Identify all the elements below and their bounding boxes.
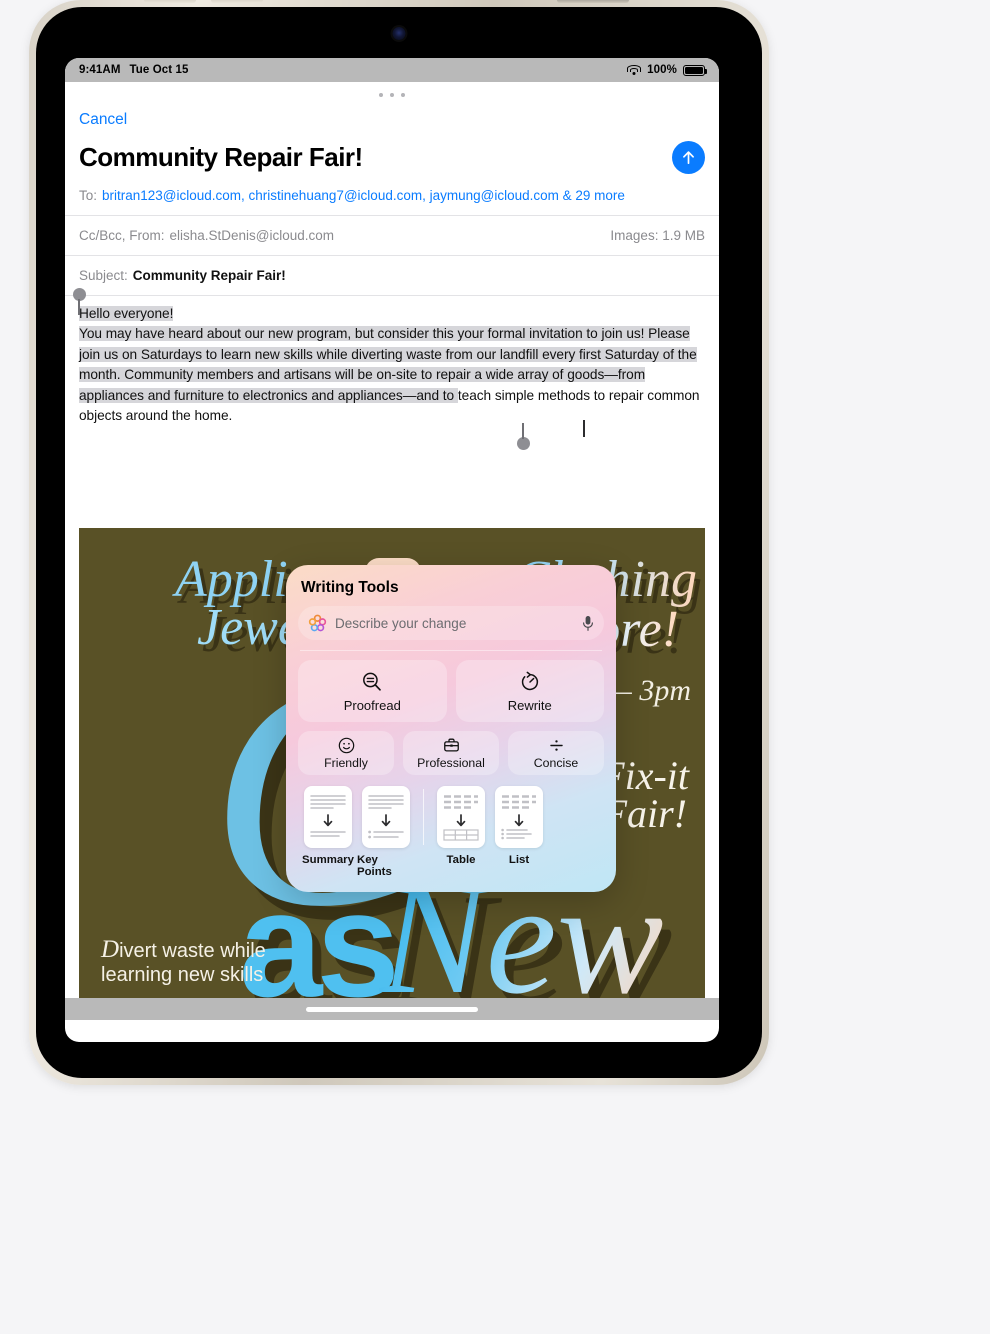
divide-icon [549,740,563,751]
battery-full-icon [683,64,708,76]
screen: 9:41AM Tue Oct 15 100% Cancel Community … [65,58,719,1042]
doc-summary-icon [304,786,352,848]
writing-tools-tones: Friendly Professional Concise [298,731,604,775]
summary-button[interactable]: Summary [299,786,357,866]
images-size: 1.9 MB [662,228,705,243]
wifi-icon [627,64,642,76]
friendly-button[interactable]: Friendly [298,731,394,775]
summary-label: Summary [302,854,354,866]
writing-tools-actions: Proofread Rewrite [298,660,604,722]
concise-label: Concise [533,756,579,770]
concise-button[interactable]: Concise [508,731,604,775]
text-caret [583,420,585,437]
rewrite-clock-icon [521,671,538,690]
friendly-label: Friendly [324,756,368,770]
mail-body-text[interactable]: Hello everyone! You may have heard about… [79,304,705,426]
device-glass: 9:41AM Tue Oct 15 100% Cancel Community … [36,7,762,1078]
table-button[interactable]: Table [432,786,490,866]
rewrite-button[interactable]: Rewrite [455,660,604,722]
ccbcc-from-label: Cc/Bcc, From: [79,228,165,243]
volume-down-button[interactable] [211,0,263,3]
list-button[interactable]: List [490,786,548,866]
smiley-face-icon [338,737,354,754]
professional-label: Professional [417,756,485,770]
key-points-label: Key Points [357,854,392,878]
from-address[interactable]: elisha.StDenis@icloud.com [170,228,335,243]
professional-button[interactable]: Professional [403,731,499,775]
microphone-icon[interactable] [582,615,594,632]
status-date: Tue Oct 15 [129,64,189,76]
doc-list-icon [495,786,543,848]
compose-sheet: Cancel Community Repair Fair! To: britra… [65,82,719,1020]
key-points-button[interactable]: Key Points [357,786,415,878]
front-camera-icon [392,27,406,40]
home-indicator-bar [65,998,719,1020]
rewrite-label: Rewrite [507,697,552,713]
proofread-label: Proofread [343,697,401,713]
to-recipients[interactable]: britran123@icloud.com, christinehuang7@i… [102,188,625,203]
send-arrow-up-icon [683,151,694,165]
writing-tools-formats: Summary Key Points Table List [298,786,604,878]
writing-tools-title: Writing Tools [301,579,399,596]
magnifier-lines-icon [363,672,382,691]
mail-title-row: Community Repair Fair! [65,129,719,174]
cancel-button[interactable]: Cancel [79,111,127,129]
page-title: Community Repair Fair! [79,142,363,172]
selection-handle-start[interactable] [73,288,86,315]
poster-divert-dropcap: D [101,935,120,963]
poster-divert-rest: ivert waste while learning new skills [101,939,266,987]
home-indicator[interactable] [306,1006,478,1012]
volume-up-button[interactable] [144,0,196,3]
ccbcc-from-field-row[interactable]: Cc/Bcc, From: elisha.StDenis@icloud.com … [65,216,719,256]
list-label: List [508,854,530,866]
briefcase-icon [443,738,459,752]
status-bar: 9:41AM Tue Oct 15 100% [65,58,719,82]
to-label: To: [79,188,98,203]
table-label: Table [446,854,476,866]
subject-field-row[interactable]: Subject: Community Repair Fair! [65,256,719,296]
sheet-grabber-icon[interactable] [379,93,405,97]
ipad-device: 9:41AM Tue Oct 15 100% Cancel Community … [29,0,769,1085]
images-label: Images: [610,228,659,243]
mail-body-area[interactable]: Hello everyone! You may have heard about… [65,288,719,450]
doc-table-icon [437,786,485,848]
status-time: 9:41AM [79,64,121,76]
describe-change-placeholder: Describe your change [335,615,467,631]
apple-intelligence-icon [308,614,327,631]
battery-percent-label: 100% [647,64,677,76]
subject-label: Subject: [79,268,128,283]
writing-tools-popover: Writing Tools Describe your change Proof… [286,565,616,892]
proofread-button[interactable]: Proofread [298,660,447,722]
power-button[interactable] [557,0,629,3]
describe-change-input[interactable]: Describe your change [298,606,604,640]
popover-divider [300,650,602,651]
selection-handle-end[interactable] [517,423,530,450]
send-button[interactable] [672,141,705,174]
doc-keypoints-icon [362,786,410,848]
poster-divert-text: Divert waste while learning new skills [101,935,281,988]
body-line-1: Hello everyone! [79,306,174,321]
subject-value[interactable]: Community Repair Fair! [133,268,286,283]
formats-divider [423,789,424,845]
to-field-row[interactable]: To: britran123@icloud.com, christinehuan… [65,174,719,216]
images-size-info: Images: 1.9 MB [610,228,705,243]
